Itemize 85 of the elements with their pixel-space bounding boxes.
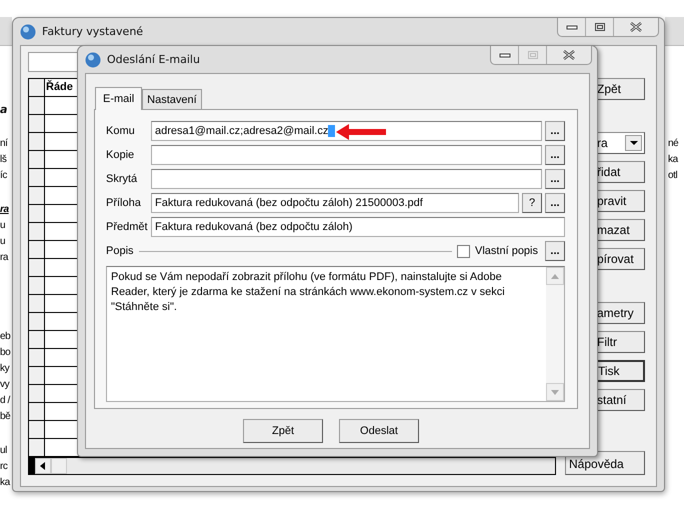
field-label: Skrytá bbox=[106, 173, 138, 185]
row-header[interactable] bbox=[29, 421, 45, 438]
row-header[interactable] bbox=[29, 295, 45, 312]
left-arrow-icon bbox=[40, 462, 46, 470]
text-fragment: u bbox=[0, 235, 6, 249]
up-arrow-icon bbox=[551, 274, 559, 278]
row-header[interactable] bbox=[29, 133, 45, 150]
text-field[interactable]: adresa1@mail.cz;adresa2@mail.cz bbox=[151, 121, 542, 141]
text-fragment: ka bbox=[0, 476, 10, 490]
text-area[interactable]: Pokud se Vám nepodaří zobrazit přílohu (ve formátu PDF), nainstalujte si Adobe Reader, který je zdarma ke stažení na stránkách www.ekonom-system.cz v sekci "Stáhněte si". bbox=[106, 266, 565, 402]
field-label: Příloha bbox=[106, 197, 142, 209]
text-fragment: eb bbox=[0, 330, 10, 344]
text-fragment: íc bbox=[0, 169, 8, 183]
row-header[interactable] bbox=[29, 169, 45, 186]
row-header[interactable] bbox=[29, 403, 45, 420]
maximize-icon bbox=[526, 50, 538, 60]
text-fragment: u bbox=[0, 219, 6, 233]
text-fragment: ra bbox=[0, 251, 10, 265]
down-arrow-icon bbox=[551, 390, 559, 394]
dialog-button[interactable]: Odeslat bbox=[339, 419, 419, 443]
checkbox-label[interactable]: Vlastní popis bbox=[475, 245, 538, 257]
browse-button[interactable]: ... bbox=[545, 241, 565, 261]
text-field[interactable]: Faktura redukovaná (bez odpočtu záloh) bbox=[151, 217, 565, 237]
text-fragment: rc bbox=[0, 460, 9, 474]
minimize-icon bbox=[566, 24, 578, 30]
browse-button[interactable]: ... bbox=[545, 169, 565, 189]
dialog-title: Odeslání E-mailu bbox=[107, 53, 200, 66]
section-label: Popis bbox=[106, 245, 134, 257]
row-header[interactable] bbox=[29, 115, 45, 132]
browse-button[interactable]: ... bbox=[545, 193, 565, 213]
dialog-button[interactable]: Zpět bbox=[243, 419, 323, 443]
description-text: Pokud se Vám nepodaří zobrazit přílohu (ve formátu PDF), nainstalujte si Adobe Reader, který je zdarma ke stažení na stránkách www.ekonom-system.cz v sekci "Stáhněte si". bbox=[110, 270, 506, 315]
text-field[interactable] bbox=[151, 169, 542, 189]
row-header[interactable] bbox=[29, 277, 45, 294]
text-fragment: ky bbox=[0, 362, 10, 376]
row-header[interactable] bbox=[29, 385, 45, 402]
field-label: Komu bbox=[106, 125, 136, 137]
app-icon bbox=[85, 52, 101, 68]
text-fragment: a bbox=[0, 102, 8, 118]
side-button[interactable]: Nápověda bbox=[565, 451, 645, 475]
selection-highlight bbox=[328, 125, 336, 137]
row-header[interactable] bbox=[29, 241, 45, 258]
field-label: Kopie bbox=[106, 149, 136, 161]
text-fragment: né bbox=[668, 137, 678, 151]
text-fragment: bě bbox=[0, 410, 10, 424]
row-header[interactable] bbox=[29, 367, 45, 384]
app-icon bbox=[20, 24, 36, 40]
row-header[interactable] bbox=[29, 79, 45, 96]
text-field[interactable] bbox=[151, 145, 542, 165]
text-fragment: lš bbox=[0, 153, 8, 167]
tab[interactable]: Nastavení bbox=[142, 89, 202, 109]
close-icon bbox=[562, 50, 576, 60]
row-header[interactable] bbox=[29, 349, 45, 366]
scroll-thumb[interactable] bbox=[51, 458, 67, 474]
close-icon bbox=[629, 22, 643, 32]
row-header[interactable] bbox=[29, 187, 45, 204]
row-header[interactable] bbox=[29, 259, 45, 276]
text-fragment: ra bbox=[0, 203, 10, 217]
row-header[interactable] bbox=[29, 313, 45, 330]
text-fragment: bo bbox=[0, 346, 10, 360]
text-fragment: ul bbox=[0, 444, 8, 458]
tab[interactable]: E-mail bbox=[95, 87, 142, 110]
caret-icon bbox=[630, 141, 638, 145]
text-fragment: d / bbox=[0, 394, 10, 408]
field-label: Předmět bbox=[106, 221, 149, 233]
browse-button[interactable]: ? bbox=[522, 193, 542, 213]
window-title: Faktury vystavené bbox=[42, 25, 144, 38]
maximize-icon bbox=[594, 22, 606, 32]
row-header[interactable] bbox=[29, 223, 45, 240]
browse-button[interactable]: ... bbox=[545, 121, 565, 141]
text-field[interactable]: Faktura redukovaná (bez odpočtu záloh) 21500003.pdf bbox=[151, 193, 519, 213]
browse-button[interactable]: ... bbox=[545, 145, 565, 165]
text-fragment: ní bbox=[0, 137, 9, 151]
row-header[interactable] bbox=[29, 439, 45, 456]
text-fragment: vy bbox=[0, 378, 10, 392]
row-header[interactable] bbox=[29, 151, 45, 168]
row-header[interactable] bbox=[29, 331, 45, 348]
text-fragment: otl bbox=[668, 169, 678, 183]
checkbox[interactable] bbox=[457, 244, 470, 258]
scroll-left-button[interactable] bbox=[35, 458, 51, 474]
row-header[interactable] bbox=[29, 97, 45, 114]
pointer-arrow bbox=[336, 124, 386, 140]
row-header[interactable] bbox=[29, 205, 45, 222]
text-fragment: ka bbox=[668, 153, 678, 167]
minimize-icon bbox=[498, 52, 510, 58]
